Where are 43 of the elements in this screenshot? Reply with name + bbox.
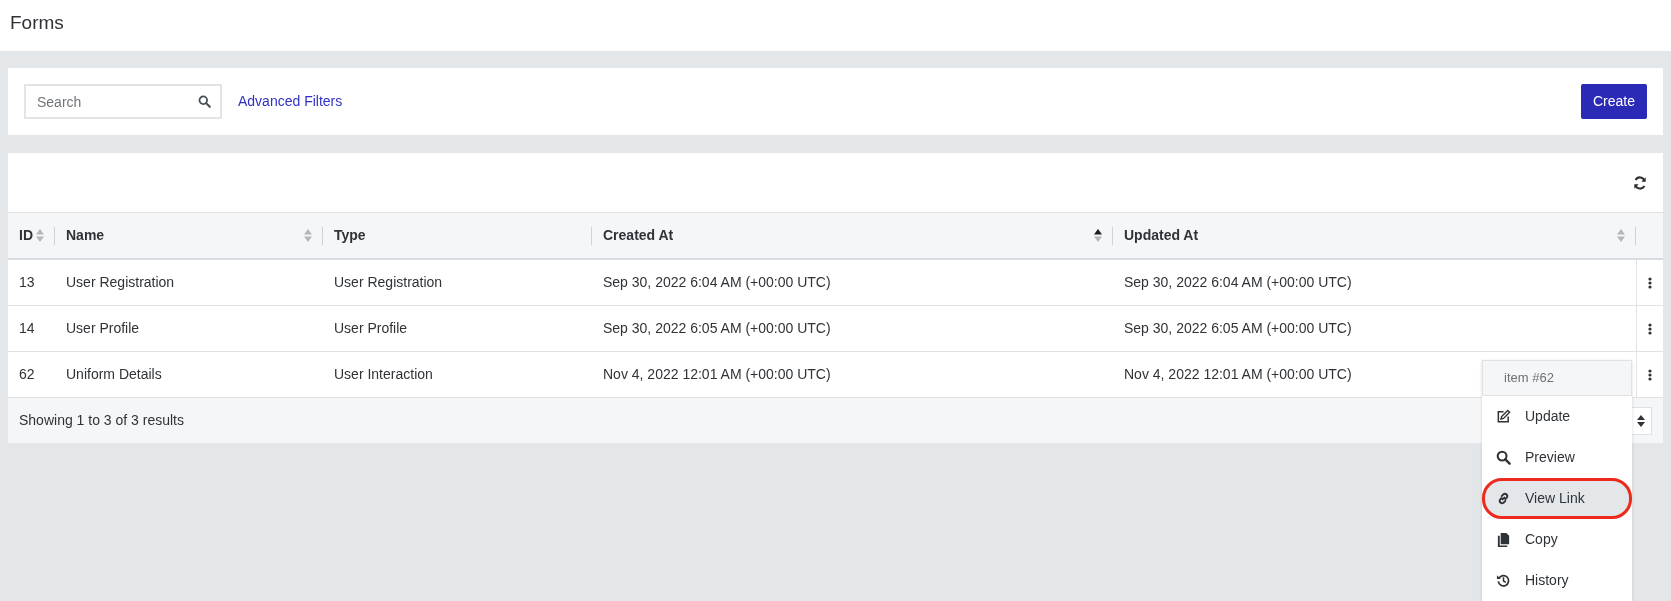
table-cell: User Registration [334, 273, 443, 290]
sort-caret-icon [1637, 414, 1645, 427]
search-icon [1496, 450, 1511, 465]
table-cell: Sep 30, 2022 6:04 AM (+00:00 UTC) [603, 273, 831, 290]
table-cell: Uniform Details [66, 365, 162, 382]
documents-icon [1496, 532, 1511, 547]
history-icon [1496, 573, 1511, 588]
column-header[interactable]: Updated At [1124, 225, 1199, 246]
page-title: Forms [10, 12, 64, 33]
table-cell: User Registration [66, 273, 175, 290]
column-header[interactable]: Created At [603, 225, 674, 246]
table-cell: 62 [19, 365, 35, 382]
table-cell: Sep 30, 2022 6:05 AM (+00:00 UTC) [603, 319, 831, 336]
menu-item[interactable]: View Link [1482, 478, 1632, 519]
search-field[interactable]: Search [24, 84, 222, 119]
sort-icon[interactable] [1094, 229, 1102, 242]
refresh-icon[interactable] [1633, 175, 1647, 190]
menu-item[interactable]: History [1482, 560, 1632, 601]
vertical-dots-icon [1647, 322, 1652, 335]
table-cell: Nov 4, 2022 12:01 AM (+00:00 UTC) [1124, 365, 1352, 382]
table-cell: Nov 4, 2022 12:01 AM (+00:00 UTC) [603, 365, 831, 382]
menu-header: item #62 [1482, 360, 1632, 396]
search-icon [198, 95, 211, 108]
column-header[interactable]: ID [19, 225, 33, 246]
table-cell: 14 [19, 319, 35, 336]
create-button[interactable]: Create [1580, 84, 1647, 119]
table-cell: User Interaction [334, 365, 433, 382]
table-cell: 13 [19, 273, 35, 290]
menu-item[interactable]: Update [1482, 396, 1632, 437]
vertical-dots-icon [1647, 277, 1652, 290]
advanced-filters-link[interactable]: Advanced Filters [238, 91, 343, 112]
link-icon [1496, 491, 1511, 506]
menu-item[interactable]: Copy [1482, 519, 1632, 560]
menu-item[interactable]: Preview [1482, 437, 1632, 478]
table-cell: Sep 30, 2022 6:04 AM (+00:00 UTC) [1124, 273, 1352, 290]
table-cell: User Profile [334, 319, 408, 336]
column-header[interactable]: Type [334, 225, 366, 246]
vertical-dots-icon [1647, 368, 1652, 381]
table-cell: User Profile [66, 319, 140, 336]
results-summary: Showing 1 to 3 of 3 results [19, 410, 184, 430]
table-cell: Sep 30, 2022 6:05 AM (+00:00 UTC) [1124, 319, 1352, 336]
pencil-square-icon [1496, 409, 1511, 424]
column-header[interactable]: Name [66, 225, 105, 246]
